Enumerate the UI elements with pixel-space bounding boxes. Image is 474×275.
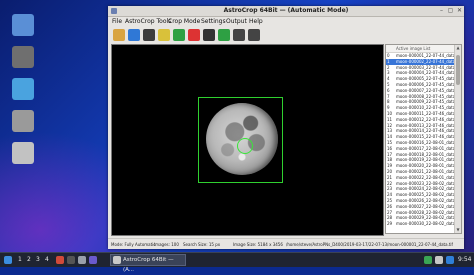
status-search-size: Search Size: 15 px <box>183 242 221 247</box>
network-icon[interactable] <box>12 78 34 100</box>
clock[interactable]: 9:54 <box>458 255 471 265</box>
stop-icon[interactable] <box>203 29 215 41</box>
home-folder-icon[interactable] <box>12 14 34 36</box>
cancel-icon[interactable] <box>188 29 200 41</box>
scroll-down-icon[interactable]: ▼ <box>455 227 461 233</box>
taskbar: 1 2 3 4 AstroCrop 64Bit — (A... 9:54 <box>0 252 474 273</box>
image-icon[interactable] <box>233 29 245 41</box>
trash-desktop-icon[interactable] <box>12 110 34 132</box>
menu-file[interactable]: File <box>112 17 122 26</box>
image-list: 0 moon-000001_22-07-44_data.tif 1 moon-0000… <box>386 53 461 227</box>
menu-astrocrop-tools[interactable]: AstroCrop Tools <box>125 17 171 26</box>
app-launcher-icon[interactable] <box>89 256 97 264</box>
title-bar: AstroCrop 64Bit — (Automatic Mode) – ▢ ✕ <box>108 6 464 17</box>
computer-icon[interactable] <box>12 46 34 68</box>
wand-icon[interactable] <box>158 29 170 41</box>
maximize-icon[interactable]: ▢ <box>447 8 454 14</box>
taskbar-app-icon <box>113 256 121 264</box>
close-icon[interactable]: ✕ <box>456 8 463 14</box>
list-item[interactable]: 29 moon-000030_22-08-02_data.tif <box>386 221 461 227</box>
workspace-4[interactable]: 4 <box>45 255 49 265</box>
drive-icon[interactable] <box>12 142 34 164</box>
minimize-icon[interactable]: – <box>438 8 445 14</box>
image-viewer[interactable] <box>111 44 384 236</box>
window-title: AstroCrop 64Bit — (Automatic Mode) <box>223 7 349 14</box>
go-icon[interactable] <box>218 29 230 41</box>
trash-icon[interactable] <box>143 29 155 41</box>
menu-help[interactable]: Help <box>249 17 263 26</box>
status-path: /home/steve/AstroPNs_D400/2019-03-17/22-… <box>286 242 453 247</box>
browser-launcher-icon[interactable] <box>56 256 64 264</box>
tray-bluetooth-icon[interactable] <box>446 256 454 264</box>
image-list-panel: Active image List 0 moon-000001_22-07-44_… <box>385 44 462 234</box>
list-scrollbar[interactable]: ▲ ▼ <box>454 45 461 233</box>
menu-bar: File AstroCrop Tools Crop Mode Settings … <box>108 17 464 26</box>
centroid-marker <box>237 138 253 154</box>
status-image-size: Image Size: 5184 x 3456 <box>233 242 283 247</box>
chart-icon[interactable] <box>113 29 125 41</box>
status-bar: Mode: Fully Automatic Images: 100 Search… <box>108 238 464 250</box>
list-item-number: 29 <box>387 221 393 227</box>
menu-crop-mode[interactable]: Crop Mode <box>168 17 200 26</box>
image-list-header: Active image List <box>386 45 456 53</box>
files-launcher-icon[interactable] <box>78 256 86 264</box>
workspace-3[interactable]: 3 <box>36 255 40 265</box>
start-menu-icon[interactable] <box>4 256 12 264</box>
status-mode: Mode: Fully Automatic <box>111 242 156 247</box>
crop-icon[interactable] <box>128 29 140 41</box>
exit-icon[interactable] <box>248 29 260 41</box>
toolbar <box>108 26 464 44</box>
menu-output[interactable]: Output <box>226 17 247 26</box>
check-icon[interactable] <box>173 29 185 41</box>
status-images: Images: 100 <box>154 242 179 247</box>
workspace-1[interactable]: 1 <box>18 255 22 265</box>
taskbar-window-label: AstroCrop 64Bit — (A... <box>123 257 174 273</box>
tray-network-icon[interactable] <box>424 256 432 264</box>
tray-volume-icon[interactable] <box>435 256 443 264</box>
menu-settings[interactable]: Settings <box>201 17 226 26</box>
taskbar-window-button[interactable]: AstroCrop 64Bit — (A... <box>110 254 186 273</box>
app-window: AstroCrop 64Bit — (Automatic Mode) – ▢ ✕… <box>108 6 464 249</box>
list-item-filename: moon-000030_22-08-02_data.tif <box>396 221 461 227</box>
terminal-launcher-icon[interactable] <box>67 256 75 264</box>
scroll-up-icon[interactable]: ▲ <box>455 45 461 51</box>
scroll-thumb[interactable] <box>456 55 460 85</box>
workspace-2[interactable]: 2 <box>27 255 31 265</box>
